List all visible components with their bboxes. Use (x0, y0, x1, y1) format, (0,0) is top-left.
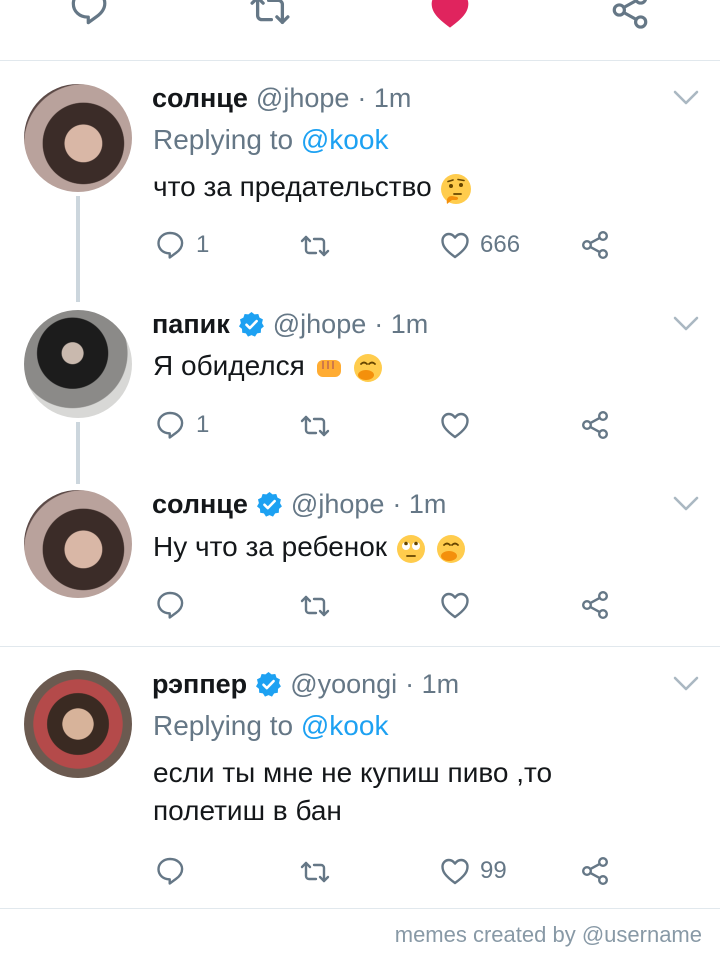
share-action[interactable] (580, 230, 610, 260)
tweet-header: папик @jhope · 1m (152, 307, 428, 341)
reply-count: 1 (196, 231, 210, 258)
timestamp: · 1m (357, 82, 412, 113)
reply-icon (157, 231, 184, 259)
display-name[interactable]: солнце (152, 83, 248, 114)
like-count: 99 (480, 857, 507, 884)
avatar[interactable] (24, 670, 132, 778)
heart-icon (441, 232, 469, 259)
reply-icon (157, 857, 184, 885)
handle[interactable]: @jhope (256, 83, 349, 114)
display-name[interactable]: солнце (152, 489, 248, 520)
replying-to: Replying to @kook (153, 124, 388, 156)
mention-link[interactable]: @kook (301, 124, 389, 155)
watermark-text: memes created by @username (394, 922, 702, 947)
replying-label: Replying to (153, 124, 294, 155)
share-action[interactable] (580, 856, 610, 886)
tweet-text: что за предательство (153, 168, 473, 206)
handle[interactable]: @yoongi (290, 669, 397, 700)
timestamp: · 1m (374, 308, 429, 339)
face-with-hand-over-mouth-emoji (436, 534, 465, 563)
chevron-down-icon[interactable] (672, 674, 700, 694)
tweet-header: солнце @jhope · 1m (152, 487, 446, 521)
reply-action[interactable] (156, 590, 186, 620)
reply-action[interactable]: 1 (156, 230, 209, 260)
retweet-icon (300, 415, 330, 437)
reply-action[interactable] (156, 856, 186, 886)
thread-line (76, 422, 80, 484)
retweet-icon (300, 595, 330, 617)
oncoming-fist-emoji (316, 359, 341, 377)
reply-icon[interactable] (70, 0, 110, 26)
reply-icon (157, 411, 184, 439)
share-icon (582, 857, 608, 885)
share-icon (582, 591, 608, 619)
divider (0, 908, 720, 909)
display-name[interactable]: рэппер (152, 669, 247, 700)
heart-icon (441, 412, 469, 439)
share-icon (582, 230, 608, 259)
chevron-down-icon[interactable] (672, 314, 700, 334)
like-action[interactable] (440, 590, 470, 620)
heart-icon (441, 592, 469, 619)
tweet-header: солнце @jhope · 1m (152, 81, 411, 115)
chevron-down-icon[interactable] (672, 494, 700, 514)
replying-label: Replying to (153, 710, 294, 741)
verified-badge-icon (255, 670, 283, 698)
tweet-text-line-2: полетиш в бан (153, 795, 342, 826)
retweet-action[interactable] (298, 232, 332, 260)
reply-count: 1 (196, 411, 210, 438)
tweet-text: Ну что за ребенок (153, 528, 467, 565)
avatar[interactable] (24, 490, 132, 598)
chevron-down-icon[interactable] (672, 88, 700, 108)
thread-line (76, 196, 80, 302)
mention-link[interactable]: @kook (301, 710, 389, 741)
retweet-action[interactable] (298, 858, 332, 886)
like-count: 666 (480, 231, 521, 258)
tweet-text: Я обиделся (153, 347, 384, 384)
tweet-header: рэппер @yoongi · 1m (152, 667, 459, 701)
face-with-hand-over-mouth-emoji (354, 353, 383, 382)
reply-icon (157, 591, 184, 619)
retweet-icon (300, 861, 330, 883)
face-with-rolling-eyes-emoji (396, 534, 425, 563)
retweet-icon[interactable] (248, 0, 292, 30)
liked-heart-icon[interactable] (428, 0, 472, 32)
heart-icon (441, 858, 469, 885)
retweet-icon (300, 235, 330, 257)
reply-action[interactable]: 1 (156, 410, 209, 440)
avatar[interactable] (24, 310, 132, 418)
tweet-text-content: Ну что за ребенок (153, 531, 388, 562)
share-action[interactable] (580, 410, 610, 440)
like-action[interactable] (440, 410, 470, 440)
verified-badge-icon (255, 490, 283, 518)
timestamp: · 1m (392, 488, 447, 519)
share-icon (582, 411, 608, 439)
retweet-action[interactable] (298, 592, 332, 620)
verified-badge-icon (237, 310, 265, 338)
like-action[interactable]: 666 (440, 230, 520, 260)
display-name[interactable]: папик (152, 309, 230, 340)
like-action[interactable]: 99 (440, 856, 507, 886)
thinking-face-emoji (441, 173, 472, 204)
timestamp: · 1m (405, 668, 460, 699)
divider (0, 60, 720, 61)
tweet-text-content: что за предательство (153, 171, 432, 202)
avatar[interactable] (24, 84, 132, 192)
share-action[interactable] (580, 590, 610, 620)
tweet-text-line-1: если ты мне не купиш пиво ,то (153, 757, 553, 788)
divider (0, 646, 720, 647)
tweet-text-content: Я обиделся (153, 350, 305, 381)
retweet-action[interactable] (298, 412, 332, 440)
handle[interactable]: @jhope (273, 309, 366, 340)
replying-to: Replying to @kook (153, 710, 388, 742)
handle[interactable]: @jhope (291, 489, 384, 520)
share-icon[interactable] (608, 0, 652, 30)
